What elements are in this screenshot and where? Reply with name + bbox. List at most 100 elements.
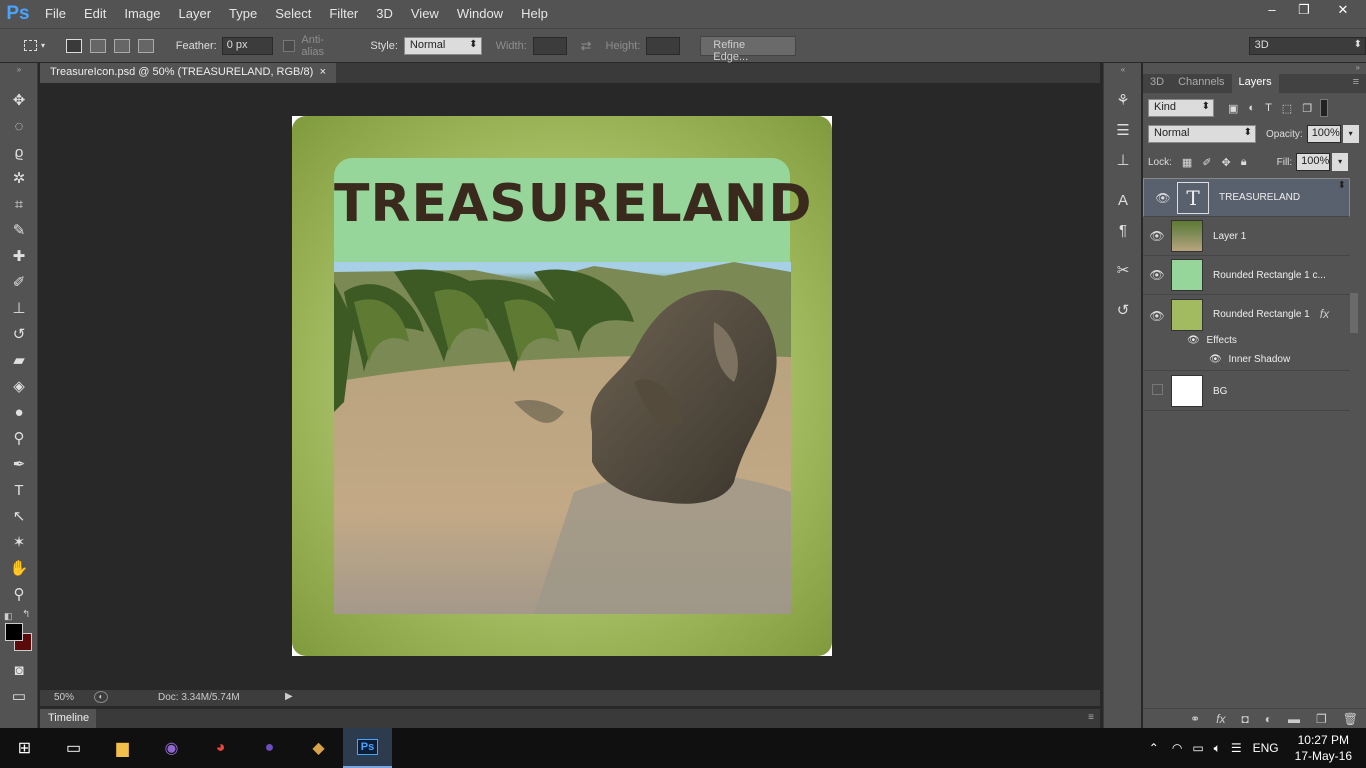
status-info-icon[interactable]: ◐ (94, 691, 108, 703)
width-input[interactable] (532, 36, 567, 55)
path-selection-icon[interactable]: ↖ (0, 503, 38, 529)
zoom-tool-icon[interactable]: ⚲ (0, 581, 38, 607)
notifications-icon[interactable]: ☰ (1231, 741, 1242, 755)
tab-layers[interactable]: Layers (1231, 74, 1279, 93)
move-tool-icon[interactable]: ✥ (0, 87, 38, 113)
layer-row[interactable]: 👁︎ Layer 1 (1143, 217, 1350, 256)
menu-filter[interactable]: Filter (320, 0, 367, 28)
collapse-icon[interactable]: » (0, 63, 38, 75)
menu-select[interactable]: Select (266, 0, 320, 28)
lock-all-icon[interactable]: 🔒︎ (1241, 156, 1247, 169)
layer-row[interactable]: 👁︎ Rounded Rectangle 1 fx 👁︎ Effects 👁︎ … (1143, 295, 1350, 371)
crop-tool-icon[interactable]: ⌗ (0, 191, 38, 217)
dodge-tool-icon[interactable]: ⚲ (0, 425, 38, 451)
pen-tool-icon[interactable]: ✒ (0, 451, 38, 477)
link-layers-icon[interactable]: ⚭ (1182, 712, 1208, 726)
subtract-selection-icon[interactable] (113, 38, 130, 53)
add-style-icon[interactable]: fx (1208, 712, 1233, 726)
menu-view[interactable]: View (402, 0, 448, 28)
blur-tool-icon[interactable]: ● (0, 399, 38, 425)
start-button-icon[interactable]: ⊞ (0, 728, 49, 768)
battery-icon[interactable]: ▭ (1192, 741, 1203, 755)
eyedropper-icon[interactable]: ✎ (0, 217, 38, 243)
screen-mode-icon[interactable]: ▭ (0, 683, 38, 709)
effects-eye-icon[interactable]: 👁︎ (1187, 335, 1200, 346)
canvas[interactable]: TREASURELAND (292, 116, 832, 656)
filter-smart-object-icon[interactable]: ❐ (1302, 102, 1312, 115)
new-selection-icon[interactable] (65, 38, 82, 53)
swap-colors-icon[interactable]: ↰ (22, 609, 30, 620)
photoshop-taskbar-icon[interactable]: Ps (343, 728, 392, 768)
filter-adjustment-icon[interactable]: ◐ (1248, 102, 1255, 114)
chrome-icon[interactable]: ◕ (196, 728, 245, 768)
layer-row[interactable]: 👁︎ T TREASURELAND (1143, 178, 1350, 217)
panel-menu-icon[interactable]: ≡ (1346, 74, 1366, 93)
healing-brush-icon[interactable]: ✚ (0, 243, 38, 269)
paint-bucket-icon[interactable]: ◈ (0, 373, 38, 399)
opacity-input[interactable]: 100% (1306, 125, 1341, 143)
layer-row[interactable]: BG (1143, 372, 1350, 411)
lock-position-icon[interactable]: ✥ (1222, 156, 1231, 169)
paragraph-panel-icon[interactable]: ¶ (1104, 215, 1142, 245)
height-input[interactable] (646, 36, 681, 55)
brush-tool-icon[interactable]: ✐ (0, 269, 38, 295)
document-tab-close[interactable]: × (320, 66, 326, 80)
tab-channels[interactable]: Channels (1171, 74, 1231, 93)
task-view-icon[interactable]: ▭ (49, 728, 98, 768)
language-indicator[interactable]: ENG (1253, 741, 1279, 755)
intersect-selection-icon[interactable] (137, 38, 154, 53)
tool-presets-icon[interactable]: ✂ (1104, 255, 1142, 285)
menu-image[interactable]: Image (115, 0, 169, 28)
inner-shadow-eye-icon[interactable]: 👁︎ (1209, 354, 1222, 365)
custom-shape-icon[interactable]: ✶ (0, 529, 38, 555)
collapse-panel-icon[interactable]: » (1143, 63, 1366, 74)
layer-row[interactable]: 👁︎ Rounded Rectangle 1 c... (1143, 256, 1350, 295)
adjustments-icon[interactable]: ☰ (1104, 115, 1142, 145)
filter-type-icon[interactable]: T (1265, 102, 1272, 114)
lock-transparent-icon[interactable]: ▦ (1182, 156, 1192, 169)
quick-mask-icon[interactable]: ◙ (0, 657, 38, 683)
add-mask-icon[interactable]: ◘ (1234, 712, 1257, 726)
filter-toggle[interactable] (1320, 99, 1329, 117)
filter-kind-select[interactable]: Kind (1148, 99, 1214, 117)
elliptical-marquee-icon[interactable]: ◌ (0, 113, 38, 139)
filter-shape-icon[interactable]: ⬚ (1282, 102, 1292, 115)
fill-input[interactable]: 100% (1296, 153, 1331, 171)
status-menu-arrow-icon[interactable]: ▶ (285, 691, 293, 702)
new-group-icon[interactable]: ▬ (1280, 712, 1308, 726)
workspace-select[interactable]: 3D (1248, 36, 1366, 55)
swap-dimensions-icon[interactable]: ⇄ (581, 38, 592, 54)
timeline-tab[interactable]: Timeline (40, 709, 96, 728)
delete-layer-icon[interactable]: 🗑︎ (1335, 712, 1366, 726)
add-to-selection-icon[interactable] (89, 38, 106, 53)
lock-image-icon[interactable]: ✐ (1202, 156, 1211, 169)
feather-input[interactable]: 0 px (221, 36, 274, 55)
clock[interactable]: 10:27 PM 17-May-16 (1295, 732, 1352, 764)
opacity-dropdown-icon[interactable]: ▾ (1342, 125, 1359, 143)
menu-3d[interactable]: 3D (367, 0, 402, 28)
cat-app-icon[interactable]: ● (245, 728, 294, 768)
inner-shadow-row[interactable]: 👁︎ Inner Shadow (1209, 354, 1290, 365)
viber-icon[interactable]: ◉ (147, 728, 196, 768)
filter-pixel-icon[interactable]: ▣ (1228, 102, 1238, 115)
menu-window[interactable]: Window (448, 0, 512, 28)
new-layer-icon[interactable]: ❐ (1308, 712, 1335, 726)
menu-file[interactable]: File (36, 0, 75, 28)
visibility-eye-icon[interactable]: 👁︎ (1143, 309, 1171, 323)
foreground-color-swatch[interactable] (5, 623, 23, 641)
show-hidden-icons[interactable]: ⌃ (1149, 741, 1159, 755)
clone-source-icon[interactable]: ⊥ (1104, 145, 1142, 175)
clone-stamp-icon[interactable]: ⊥ (0, 295, 38, 321)
adjustment-layer-icon[interactable]: ◐ (1257, 712, 1280, 726)
minimize-button[interactable]: – (1256, 0, 1288, 20)
effects-row[interactable]: 👁︎ Effects (1187, 335, 1237, 346)
refine-edge-button[interactable]: Refine Edge... (700, 35, 796, 63)
expand-panels-icon[interactable]: « (1104, 63, 1142, 75)
visibility-eye-icon[interactable]: 👁︎ (1143, 268, 1171, 282)
tab-3d[interactable]: 3D (1143, 74, 1171, 93)
layers-scrollbar[interactable] (1350, 293, 1358, 333)
menu-help[interactable]: Help (512, 0, 557, 28)
document-tab[interactable]: TreasureIcon.psd @ 50% (TREASURELAND, RG… (40, 63, 336, 83)
eraser-icon[interactable]: ▰ (0, 347, 38, 373)
type-tool-icon[interactable]: T (0, 477, 38, 503)
